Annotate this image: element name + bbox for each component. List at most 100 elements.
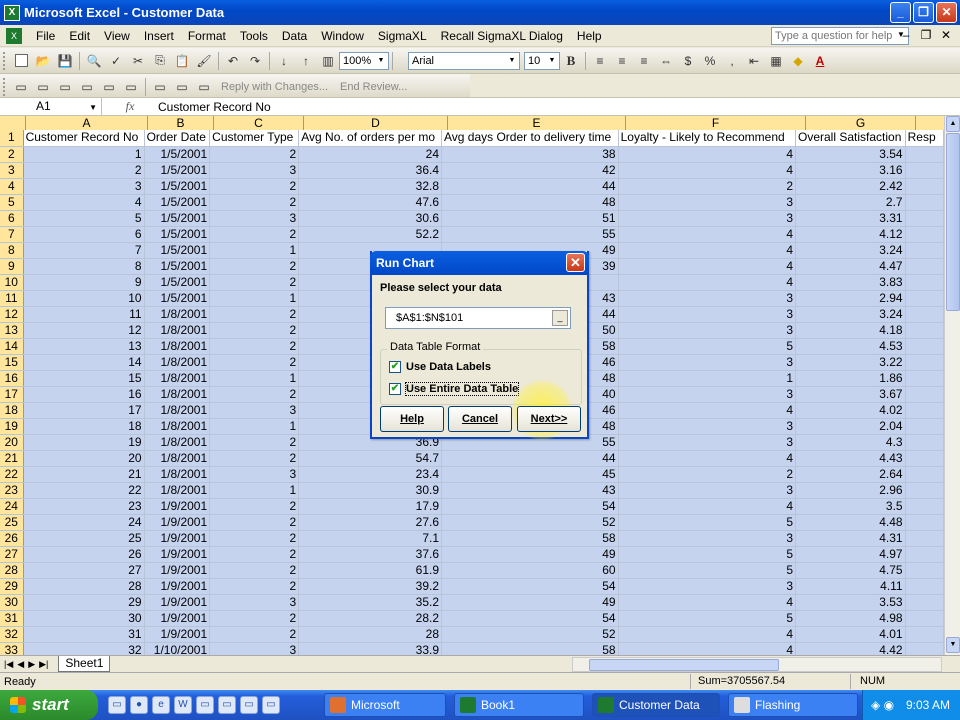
next-sheet-icon[interactable]: ▶	[28, 659, 35, 670]
menu-recall-sigmaxl[interactable]: Recall SigmaXL Dialog	[435, 25, 571, 47]
review-icon-9[interactable]: ▭	[194, 77, 214, 97]
table-cell[interactable]: 2	[209, 146, 300, 163]
row-header[interactable]: 2	[0, 146, 24, 163]
review-icon-1[interactable]: ▭	[11, 77, 31, 97]
row-header[interactable]: 7	[0, 226, 24, 243]
table-cell[interactable]: 2.94	[795, 290, 906, 307]
table-cell[interactable]: 4.97	[795, 546, 906, 563]
table-cell[interactable]: 3	[209, 466, 300, 483]
table-cell[interactable]: 17.9	[298, 498, 442, 515]
table-cell[interactable]: 3	[618, 482, 797, 499]
table-cell[interactable]: 4	[618, 274, 797, 291]
table-cell[interactable]: 58	[441, 642, 619, 655]
row-header[interactable]: 14	[0, 338, 24, 355]
table-row[interactable]: 5 4 1/5/2001 2 47.6 48 3 2.7	[0, 194, 944, 211]
table-cell[interactable]: 4	[618, 146, 797, 163]
table-cell[interactable]: 5	[618, 338, 797, 355]
table-cell[interactable]: 3	[618, 306, 797, 323]
table-cell[interactable]: 2	[209, 178, 300, 195]
menu-insert[interactable]: Insert	[138, 25, 182, 47]
table-cell[interactable]: 1/5/2001	[144, 290, 211, 307]
table-cell[interactable]: 1/5/2001	[144, 242, 211, 259]
table-row[interactable]: 21 20 1/8/2001 2 54.7 44 4 4.43	[0, 450, 944, 467]
table-cell[interactable]: 2	[209, 322, 300, 339]
table-cell[interactable]: 3	[618, 322, 797, 339]
menu-view[interactable]: View	[98, 25, 138, 47]
table-cell[interactable]: 3	[618, 434, 797, 451]
menu-sigmaxl[interactable]: SigmaXL	[372, 25, 435, 47]
table-row[interactable]: 4 3 1/5/2001 2 32.8 44 2 2.42	[0, 178, 944, 195]
table-cell[interactable]	[905, 338, 944, 355]
percent-icon[interactable]: %	[700, 51, 720, 71]
comma-style-icon[interactable]: ,	[722, 51, 742, 71]
table-cell[interactable]: 2	[209, 610, 300, 627]
table-cell[interactable]: 3	[209, 210, 300, 227]
row-header[interactable]: 1	[0, 130, 24, 147]
table-cell[interactable]	[905, 242, 944, 259]
table-cell[interactable]	[905, 642, 944, 655]
table-cell[interactable]: 3	[618, 386, 797, 403]
table-row[interactable]: 33 32 1/10/2001 3 33.9 58 4 4.42	[0, 642, 944, 655]
align-left-icon[interactable]: ≡	[590, 51, 610, 71]
use-entire-data-table-checkbox[interactable]: ✔ Use Entire Data Table	[389, 382, 520, 396]
table-cell[interactable]: 2	[618, 466, 797, 483]
table-cell[interactable]	[905, 226, 944, 243]
table-cell[interactable]: 1/9/2001	[144, 626, 211, 643]
firefox-icon[interactable]: ●	[130, 696, 148, 714]
table-cell[interactable]	[905, 258, 944, 275]
table-cell[interactable]: 3	[618, 530, 797, 547]
table-cell[interactable]: 1	[209, 290, 300, 307]
table-cell[interactable]: 24	[298, 146, 442, 163]
column-header-d[interactable]: D	[304, 116, 448, 130]
table-cell[interactable]: 45	[441, 466, 619, 483]
table-cell[interactable]: 4	[618, 402, 797, 419]
table-cell[interactable]: 1/9/2001	[144, 578, 211, 595]
folder-icon[interactable]: ▭	[196, 696, 214, 714]
table-cell[interactable]: 4.31	[795, 530, 906, 547]
table-cell[interactable]: 38	[441, 146, 619, 163]
table-cell[interactable]: 54	[441, 498, 619, 515]
row-header[interactable]: 30	[0, 594, 24, 611]
table-cell[interactable]: 23	[23, 498, 145, 515]
table-cell[interactable]: 1/9/2001	[144, 562, 211, 579]
table-cell[interactable]: 4.42	[795, 642, 906, 655]
column-header-g[interactable]: G	[806, 116, 916, 130]
row-header[interactable]: 18	[0, 402, 24, 419]
task-flashing[interactable]: Flashing	[728, 693, 858, 717]
table-cell[interactable]: 4.12	[795, 226, 906, 243]
table-cell[interactable]	[905, 514, 944, 531]
table-cell[interactable]: 39.2	[298, 578, 442, 595]
table-cell[interactable]: 1	[23, 146, 145, 163]
table-cell[interactable]: 1/5/2001	[144, 210, 211, 227]
table-cell[interactable]: 42	[441, 162, 619, 179]
row-header[interactable]: 8	[0, 242, 24, 259]
merge-center-icon[interactable]: ⇔	[656, 51, 676, 71]
table-cell[interactable]: 35.2	[298, 594, 442, 611]
table-cell[interactable]	[905, 530, 944, 547]
table-cell[interactable]: 4	[618, 626, 797, 643]
table-cell[interactable]: 3	[618, 578, 797, 595]
table-cell[interactable]: 6	[23, 226, 145, 243]
sort-descending-icon[interactable]: ↑	[296, 51, 316, 71]
table-cell[interactable]: 8	[23, 258, 145, 275]
close-window-button[interactable]: ✕	[936, 2, 957, 23]
row-header[interactable]: 32	[0, 626, 24, 643]
table-cell[interactable]	[905, 146, 944, 163]
table-row[interactable]: 32 31 1/9/2001 2 28 52 4 4.01	[0, 626, 944, 643]
table-cell[interactable]: 4.75	[795, 562, 906, 579]
table-row[interactable]: 7 6 1/5/2001 2 52.2 55 4 4.12	[0, 226, 944, 243]
table-cell[interactable]: 20	[23, 450, 145, 467]
table-cell[interactable]	[905, 466, 944, 483]
table-row[interactable]: 30 29 1/9/2001 3 35.2 49 4 3.53	[0, 594, 944, 611]
last-sheet-icon[interactable]: ▶|	[39, 659, 48, 670]
table-cell[interactable]: 1/8/2001	[144, 482, 211, 499]
review-icon-2[interactable]: ▭	[33, 77, 53, 97]
table-cell[interactable]: 1/5/2001	[144, 274, 211, 291]
column-title-cell[interactable]: Overall Satisfaction	[795, 130, 906, 147]
table-cell[interactable]: 2.96	[795, 482, 906, 499]
table-cell[interactable]: 4.18	[795, 322, 906, 339]
table-cell[interactable]: 2.64	[795, 466, 906, 483]
table-cell[interactable]: 2	[618, 178, 797, 195]
table-cell[interactable]: 1/9/2001	[144, 530, 211, 547]
column-title-cell[interactable]: Order Date	[144, 130, 211, 147]
